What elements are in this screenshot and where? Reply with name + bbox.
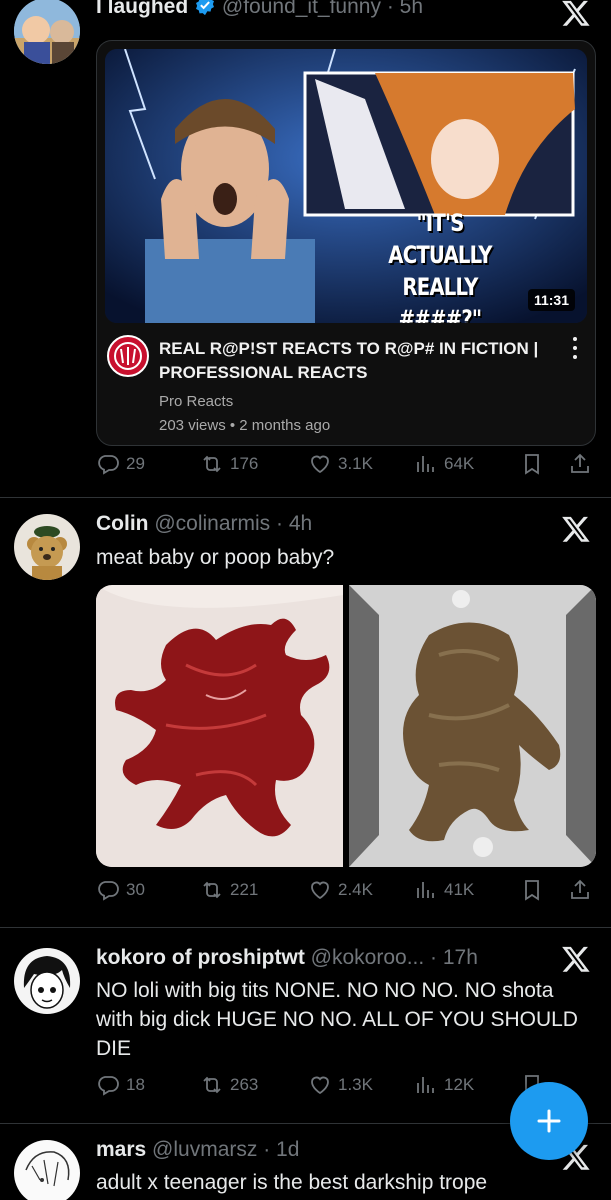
channel-name[interactable]: Pro Reacts bbox=[159, 393, 233, 410]
avatar[interactable] bbox=[14, 0, 80, 64]
tweet[interactable]: Colin @colinarmis · 4h meat baby or poop… bbox=[0, 498, 611, 928]
avatar[interactable] bbox=[14, 948, 80, 1014]
verified-badge-icon bbox=[196, 0, 215, 16]
handle[interactable]: @colinarmis bbox=[154, 512, 270, 535]
media-image-meat[interactable] bbox=[96, 585, 343, 867]
repost-button[interactable]: 176 bbox=[200, 452, 258, 476]
timestamp[interactable]: · 1d bbox=[263, 1138, 299, 1161]
reply-button[interactable]: 30 bbox=[96, 878, 145, 902]
handle[interactable]: @kokoroo... bbox=[311, 946, 425, 969]
tweet-text: NO loli with big tits NONE. NO NO NO. NO… bbox=[96, 979, 578, 1060]
share-button[interactable] bbox=[568, 452, 592, 476]
video-views: 203 views • 2 months ago bbox=[159, 417, 331, 434]
reply-count: 18 bbox=[126, 1075, 145, 1094]
tweet[interactable]: I laughed @found_it_funny · 5h "IT'S ACT… bbox=[0, 0, 611, 498]
like-icon bbox=[311, 1076, 329, 1095]
tweet-header: Colin @colinarmis · 4h bbox=[96, 512, 551, 536]
video-thumbnail[interactable]: "IT'S ACTUALLY REALLY ####?" 11:31 bbox=[105, 49, 587, 323]
thumbnail-caption: "IT'S ACTUALLY REALLY ####?" bbox=[388, 209, 492, 323]
views-button[interactable]: 41K bbox=[414, 878, 474, 902]
share-icon bbox=[571, 879, 589, 899]
reply-button[interactable]: 29 bbox=[96, 452, 145, 476]
display-name[interactable]: I laughed bbox=[96, 0, 188, 18]
views-count: 64K bbox=[444, 454, 475, 473]
avatar[interactable] bbox=[14, 1140, 80, 1200]
timestamp[interactable]: · 17h bbox=[430, 946, 478, 969]
repost-count: 176 bbox=[230, 454, 259, 473]
like-count: 3.1K bbox=[338, 454, 373, 473]
share-icon bbox=[571, 453, 589, 473]
tweet-header: kokoro of proshiptwt @kokoroo... · 17h bbox=[96, 946, 551, 970]
tweet-header: I laughed @found_it_funny · 5h bbox=[96, 0, 551, 19]
x-logo-icon[interactable] bbox=[561, 0, 591, 28]
views-icon bbox=[417, 882, 434, 898]
views-count: 12K bbox=[444, 1075, 475, 1094]
video-title[interactable]: REAL R@P!ST REACTS TO R@P# IN FICTION | … bbox=[159, 337, 559, 385]
repost-count: 263 bbox=[230, 1075, 259, 1094]
like-count: 1.3K bbox=[338, 1075, 373, 1094]
bookmark-button[interactable] bbox=[520, 878, 544, 902]
tweet-actions: 29 176 3.1K 64K bbox=[96, 452, 599, 482]
like-icon bbox=[311, 455, 329, 474]
share-button[interactable] bbox=[568, 878, 592, 902]
timestamp[interactable]: · 4h bbox=[276, 512, 312, 535]
like-button[interactable]: 2.4K bbox=[308, 878, 373, 902]
repost-icon bbox=[203, 881, 221, 899]
reply-count: 30 bbox=[126, 880, 145, 899]
youtube-card[interactable]: "IT'S ACTUALLY REALLY ####?" 11:31 REAL … bbox=[96, 40, 596, 446]
video-duration: 11:31 bbox=[527, 289, 575, 311]
x-logo-icon[interactable] bbox=[561, 514, 591, 544]
x-logo-icon[interactable] bbox=[561, 944, 591, 974]
views-icon bbox=[417, 456, 434, 472]
like-icon bbox=[311, 881, 329, 900]
like-button[interactable]: 3.1K bbox=[308, 452, 373, 476]
repost-button[interactable]: 263 bbox=[200, 1073, 258, 1097]
reply-count: 29 bbox=[126, 454, 145, 473]
views-button[interactable]: 12K bbox=[414, 1073, 474, 1097]
tweet-text: meat baby or poop baby? bbox=[96, 546, 335, 569]
tweet-header: mars @luvmarsz · 1d bbox=[96, 1138, 551, 1162]
bookmark-button[interactable] bbox=[520, 452, 544, 476]
handle[interactable]: @found_it_funny bbox=[222, 0, 381, 18]
bookmark-icon bbox=[525, 454, 539, 475]
display-name[interactable]: kokoro of proshiptwt bbox=[96, 946, 305, 969]
tweet-text: adult x teenager is the best darkship tr… bbox=[96, 1171, 488, 1194]
compose-button[interactable] bbox=[510, 1082, 588, 1160]
views-icon bbox=[417, 1077, 434, 1093]
display-name[interactable]: mars bbox=[96, 1138, 146, 1161]
compose-plus-icon bbox=[537, 1109, 561, 1133]
reply-icon bbox=[98, 881, 119, 901]
display-name[interactable]: Colin bbox=[96, 512, 149, 535]
avatar[interactable] bbox=[14, 514, 80, 580]
reply-icon bbox=[98, 1076, 119, 1096]
channel-logo[interactable] bbox=[107, 335, 149, 377]
bookmark-icon bbox=[525, 880, 539, 901]
tweet-actions: 30 221 2.4K 41K bbox=[96, 878, 599, 908]
reply-icon bbox=[98, 455, 119, 475]
media-image-poop[interactable] bbox=[349, 585, 596, 867]
like-count: 2.4K bbox=[338, 880, 373, 899]
reply-button[interactable]: 18 bbox=[96, 1073, 145, 1097]
like-button[interactable]: 1.3K bbox=[308, 1073, 373, 1097]
media-grid bbox=[96, 585, 596, 867]
handle[interactable]: @luvmarsz bbox=[152, 1138, 257, 1161]
views-count: 41K bbox=[444, 880, 475, 899]
timestamp[interactable]: · 5h bbox=[387, 0, 423, 18]
repost-icon bbox=[203, 455, 221, 473]
more-options-icon[interactable] bbox=[573, 337, 579, 359]
repost-count: 221 bbox=[230, 880, 259, 899]
repost-icon bbox=[203, 1076, 221, 1094]
views-button[interactable]: 64K bbox=[414, 452, 474, 476]
repost-button[interactable]: 221 bbox=[200, 878, 258, 902]
